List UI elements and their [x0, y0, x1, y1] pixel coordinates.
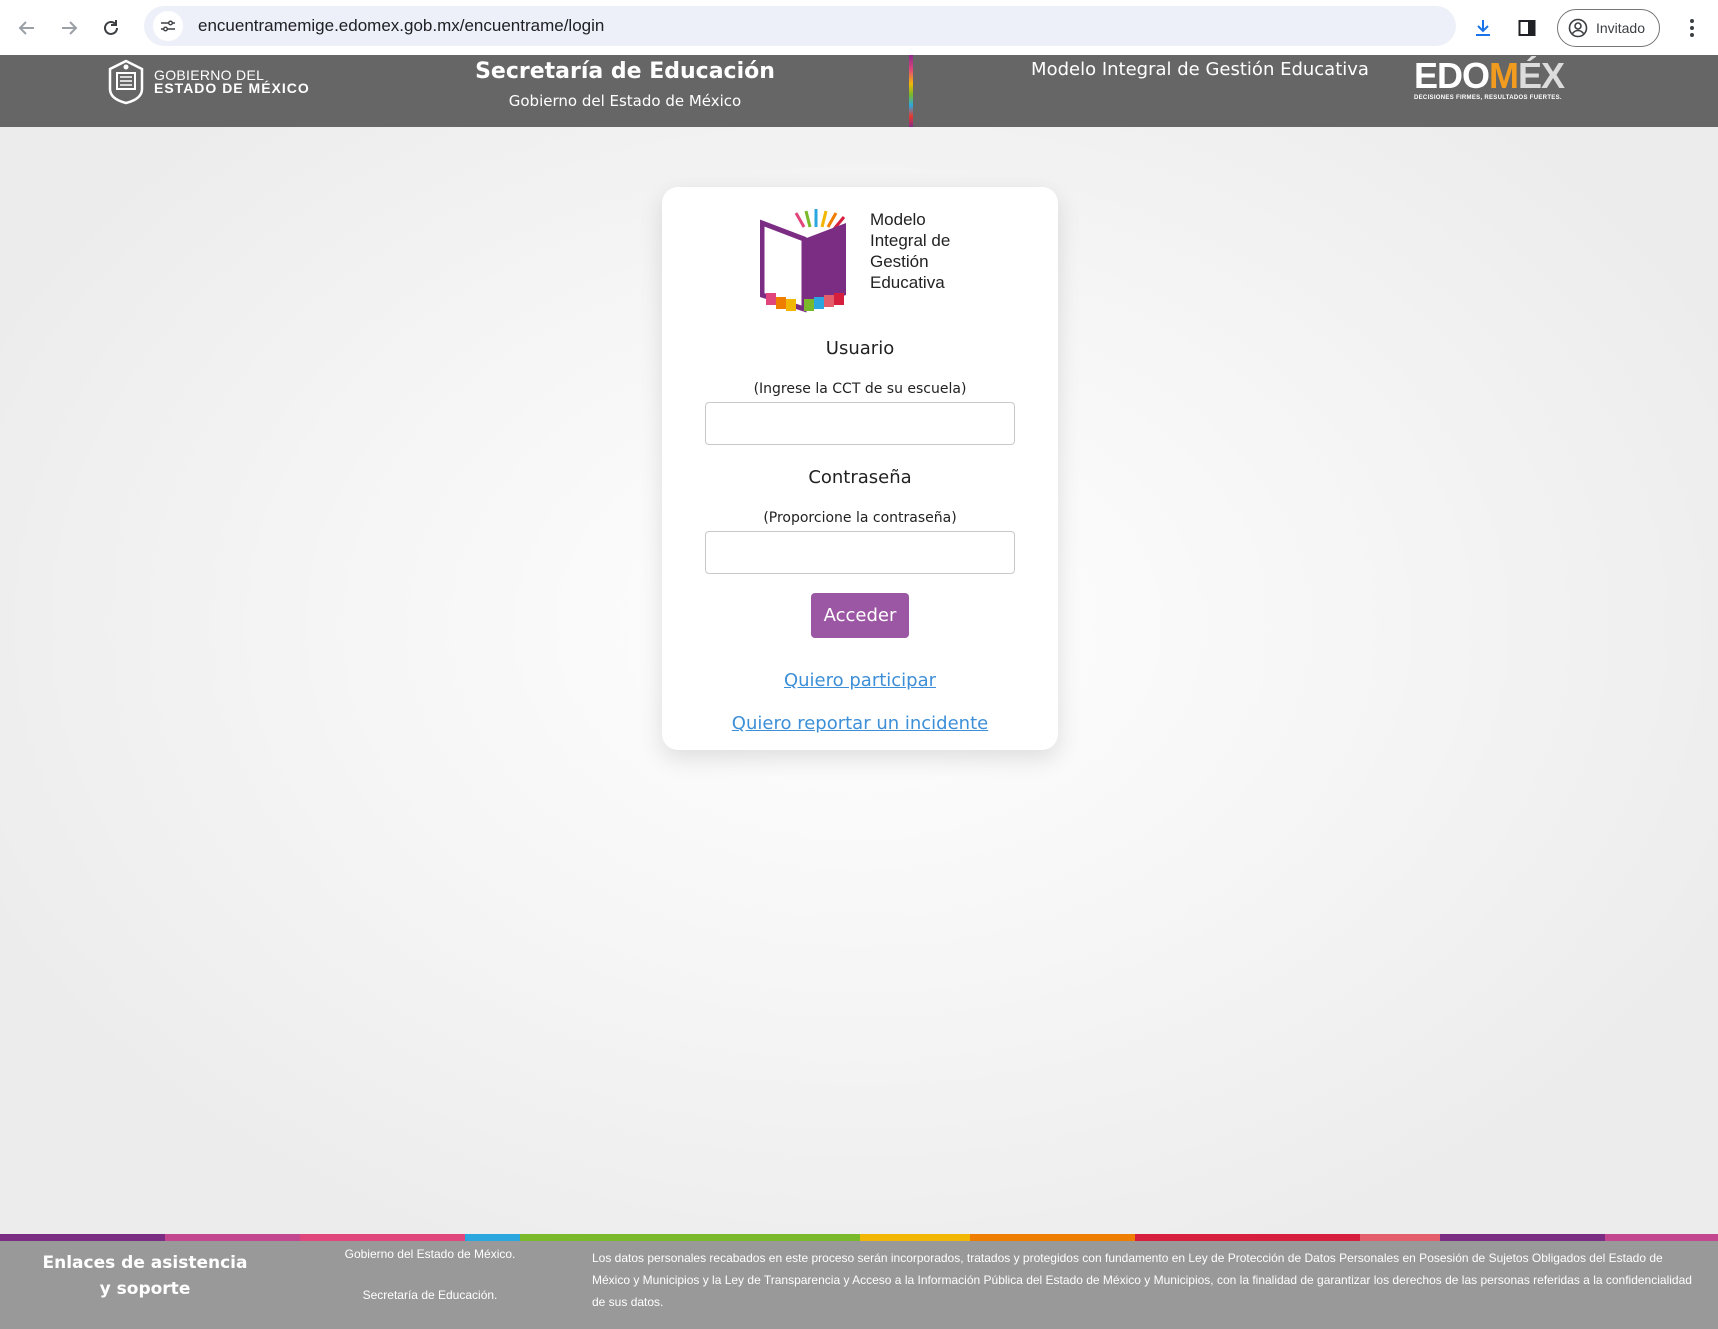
usuario-hint: (Ingrese la CCT de su escuela) [753, 381, 967, 397]
password-label: Contraseña [808, 467, 912, 488]
footer-color-stripe [0, 1234, 1718, 1241]
browser-toolbar: encuentramemige.edomex.gob.mx/encuentram… [0, 0, 1718, 55]
address-bar[interactable]: encuentramemige.edomex.gob.mx/encuentram… [144, 6, 1456, 46]
participar-link[interactable]: Quiero participar [662, 670, 1058, 691]
header-divider [909, 55, 913, 127]
site-header: GOBIERNO DEL ESTADO DE MÉXICO Secretaría… [0, 55, 1718, 127]
reload-icon[interactable] [90, 7, 132, 49]
mige-logo-text: Modelo Integral de Gestión Educativa [870, 209, 950, 293]
edomex-tagline: DECISIONES FIRMES, RESULTADOS FUERTES. [1414, 95, 1562, 101]
footer-secretaria-text: Secretaría de Educación. [362, 1288, 498, 1302]
program-title: Modelo Integral de Gestión Educativa [1031, 59, 1369, 80]
footer-legal-text: Los datos personales recabados en este p… [592, 1251, 1692, 1309]
acceder-button[interactable]: Acceder [811, 593, 909, 638]
edomex-logo-m: M [1489, 55, 1519, 96]
logo-text-line2: Integral de [870, 231, 951, 250]
logo-text-line3: Gestión [870, 252, 929, 271]
reportar-incidente-link[interactable]: Quiero reportar un incidente [662, 713, 1058, 734]
site-footer: Enlaces de asistencia y soporte Gobierno… [0, 1241, 1718, 1329]
edomex-logo-edo: EDO [1414, 55, 1490, 96]
gobierno-logo[interactable]: GOBIERNO DEL ESTADO DE MÉXICO [106, 59, 310, 105]
site-settings-icon[interactable] [148, 6, 188, 46]
side-panel-icon[interactable] [1507, 8, 1547, 48]
footer-support-title: Enlaces de asistencia y soporte [42, 1253, 248, 1299]
coat-of-arms-icon [108, 59, 144, 105]
page-title: Secretaría de Educación [475, 59, 775, 84]
edomex-logo[interactable]: EDOMÉX DECISIONES FIRMES, RESULTADOS FUE… [1414, 55, 1565, 102]
footer-gobierno-text: Gobierno del Estado de México. [344, 1247, 516, 1261]
url-text[interactable]: encuentramemige.edomex.gob.mx/encuentram… [198, 16, 604, 36]
gobierno-logo-line2: ESTADO DE MÉXICO [154, 80, 310, 96]
password-hint: (Proporcione la contraseña) [763, 510, 957, 526]
login-card: Modelo Integral de Gestión Educativa Usu… [662, 187, 1058, 750]
profile-avatar-icon [1568, 18, 1588, 37]
page-subtitle: Gobierno del Estado de México [508, 92, 742, 110]
more-menu-icon[interactable] [1672, 8, 1712, 48]
logo-text-line1: Modelo [870, 210, 926, 229]
usuario-input[interactable] [705, 402, 1015, 445]
password-input[interactable] [705, 531, 1015, 574]
forward-arrow-icon[interactable] [48, 7, 90, 49]
logo-text-line4: Educativa [870, 273, 945, 292]
edomex-logo-ex: ÉX [1518, 55, 1565, 96]
download-icon[interactable] [1463, 8, 1503, 48]
usuario-label: Usuario [825, 338, 895, 359]
profile-button[interactable]: Invitado [1556, 8, 1660, 47]
back-arrow-icon[interactable] [6, 7, 48, 49]
profile-label: Invitado [1595, 19, 1645, 36]
